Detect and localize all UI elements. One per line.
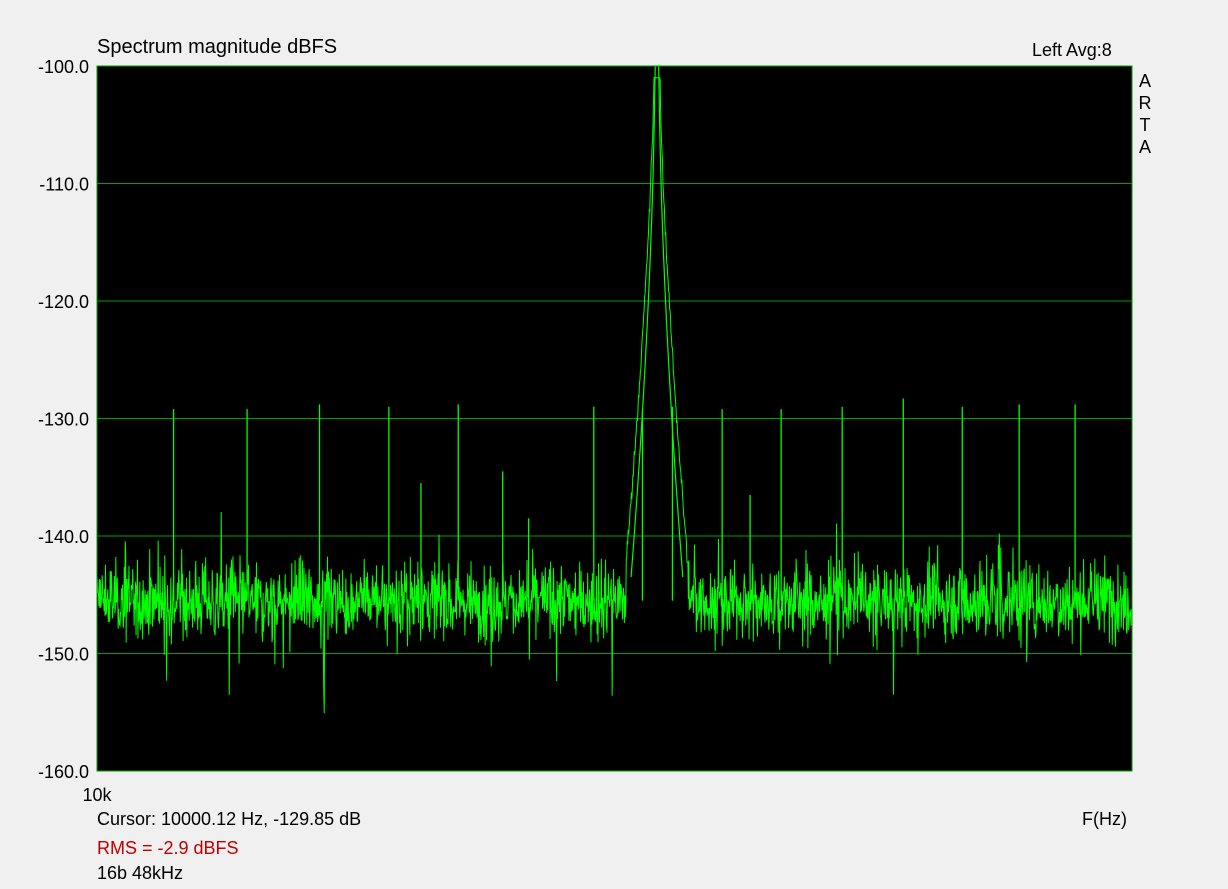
y-tick-label: -120.0 xyxy=(38,292,89,312)
y-tick-label: -150.0 xyxy=(38,645,89,665)
x-axis-unit: F(Hz) xyxy=(1082,809,1127,829)
y-tick-label: -140.0 xyxy=(38,527,89,547)
y-tick-label: -110.0 xyxy=(39,175,89,195)
format-readout: 16b 48kHz xyxy=(97,863,184,883)
y-tick-label: -130.0 xyxy=(38,410,89,430)
rms-readout: RMS = -2.9 dBFS xyxy=(97,838,239,858)
cursor-readout: Cursor: 10000.12 Hz, -129.85 dB xyxy=(97,809,362,829)
y-axis-labels: -100.0 -110.0 -120.0 -130.0 -140.0 -150.0 -160… xyxy=(38,57,89,782)
x-tick-label: 10k xyxy=(82,785,112,805)
y-tick-label: -160.0 xyxy=(38,762,89,782)
spectrum-chart[interactable]: -100.0 -110.0 -120.0 -130.0 -140.0 -150.0 -160… xyxy=(0,0,1228,889)
y-tick-label: -100.0 xyxy=(38,57,89,77)
x-axis-labels: 10k xyxy=(82,785,112,805)
